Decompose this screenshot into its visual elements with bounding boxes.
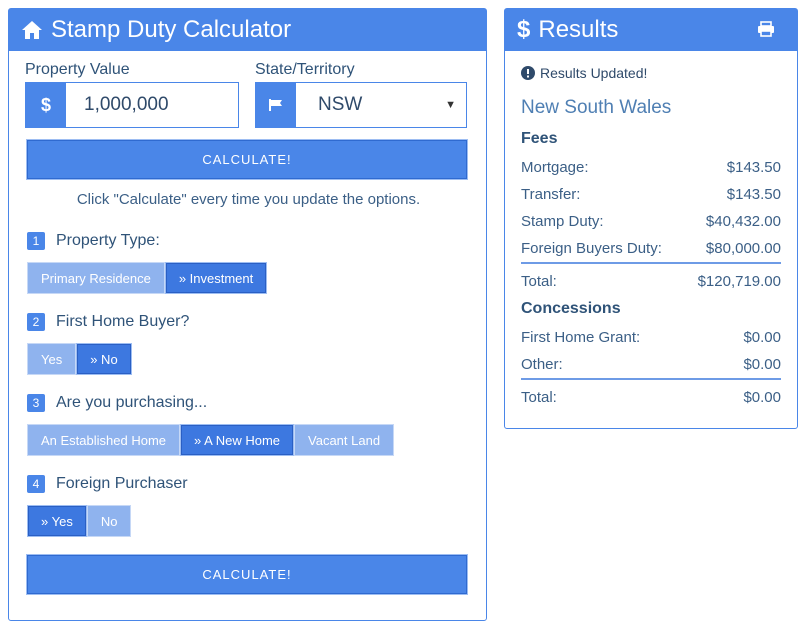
step-property-type: 1 Property Type:	[27, 232, 160, 250]
concessions-heading: Concessions	[521, 300, 621, 317]
concessions-total-row: Total: $0.00	[521, 389, 781, 406]
fee-value: $143.50	[726, 159, 781, 176]
step-label: Are you purchasing...	[56, 394, 208, 411]
fee-value: $40,432.00	[705, 213, 781, 230]
option-foreign-no[interactable]: No	[87, 506, 131, 536]
option-first-home-no[interactable]: » No	[77, 344, 131, 374]
step-foreign-purchaser: 4 Foreign Purchaser	[27, 475, 188, 493]
calculator-header: Stamp Duty Calculator	[9, 9, 486, 51]
fees-total-row: Total: $120,719.00	[521, 273, 781, 290]
step-first-home-buyer: 2 First Home Buyer?	[27, 313, 189, 331]
concession-label: First Home Grant:	[521, 329, 641, 346]
fee-label: Stamp Duty:	[521, 213, 604, 230]
option-investment[interactable]: » Investment	[165, 263, 267, 293]
dollar-icon: $	[26, 83, 66, 127]
fee-value: $80,000.00	[705, 240, 781, 257]
concession-row-other: Other: $0.00	[521, 356, 781, 373]
fee-label: Mortgage:	[521, 159, 589, 176]
results-panel: $ Results Results Updated! New South Wal…	[504, 8, 798, 429]
first-home-buyer-options: Yes » No	[28, 344, 131, 374]
fee-row-transfer: Transfer: $143.50	[521, 186, 781, 203]
results-header: $ Results	[505, 9, 797, 51]
concession-value: $0.00	[743, 329, 781, 346]
property-value-group: $ 1,000,000	[25, 82, 239, 128]
option-primary-residence[interactable]: Primary Residence	[28, 263, 164, 293]
fee-row-mortgage: Mortgage: $143.50	[521, 159, 781, 176]
concessions-divider	[521, 378, 781, 380]
step-purchasing: 3 Are you purchasing...	[27, 394, 207, 412]
state-select[interactable]: NSW ▼	[296, 83, 466, 127]
calculate-button-bottom[interactable]: CALCULATE!	[27, 555, 467, 594]
step-number: 4	[27, 475, 45, 493]
fees-divider	[521, 262, 781, 264]
state-label: State/Territory	[255, 61, 355, 78]
property-value-input[interactable]: 1,000,000	[66, 83, 238, 127]
print-icon[interactable]	[757, 21, 775, 37]
step-label: First Home Buyer?	[56, 313, 190, 330]
step-label: Property Type:	[56, 232, 160, 249]
calculate-note: Click "Calculate" every time you update …	[76, 191, 421, 208]
home-icon	[22, 21, 42, 39]
dollar-icon: $	[517, 16, 531, 43]
concessions-total-label: Total:	[521, 389, 557, 406]
caret-down-icon: ▼	[445, 99, 456, 111]
foreign-purchaser-options: » Yes No	[28, 506, 131, 536]
fee-value: $143.50	[726, 186, 781, 203]
state-select-group: NSW ▼	[255, 82, 467, 128]
step-number: 3	[27, 394, 45, 412]
step-number: 1	[27, 232, 45, 250]
option-established-home[interactable]: An Established Home	[28, 425, 180, 455]
purchasing-options: An Established Home » A New Home Vacant …	[28, 425, 394, 455]
results-title: Results	[538, 16, 619, 43]
fees-heading: Fees	[521, 130, 558, 147]
results-state-name: New South Wales	[521, 97, 672, 118]
step-label: Foreign Purchaser	[56, 475, 188, 492]
fee-row-foreign-buyers-duty: Foreign Buyers Duty: $80,000.00	[521, 240, 781, 257]
property-type-options: Primary Residence » Investment	[28, 263, 267, 293]
option-first-home-yes[interactable]: Yes	[28, 344, 76, 374]
calculator-panel: Stamp Duty Calculator Property Value $ 1…	[8, 8, 487, 621]
results-updated-notice: Results Updated!	[521, 65, 647, 81]
fee-label: Foreign Buyers Duty:	[521, 240, 662, 257]
state-select-value: NSW	[318, 94, 363, 115]
step-number: 2	[27, 313, 45, 331]
fees-total-value: $120,719.00	[697, 273, 781, 290]
fee-label: Transfer:	[521, 186, 581, 203]
fee-row-stamp-duty: Stamp Duty: $40,432.00	[521, 213, 781, 230]
calculator-title: Stamp Duty Calculator	[51, 16, 292, 43]
option-foreign-yes[interactable]: » Yes	[28, 506, 86, 536]
concession-row-first-home-grant: First Home Grant: $0.00	[521, 329, 781, 346]
calculate-button-top[interactable]: CALCULATE!	[27, 140, 467, 179]
property-value-label: Property Value	[25, 61, 130, 78]
option-vacant-land[interactable]: Vacant Land	[295, 425, 394, 455]
exclamation-circle-icon	[521, 66, 535, 80]
results-updated-text: Results Updated!	[540, 65, 648, 81]
concession-label: Other:	[521, 356, 563, 373]
concessions-total-value: $0.00	[743, 389, 781, 406]
option-new-home[interactable]: » A New Home	[181, 425, 294, 455]
concession-value: $0.00	[743, 356, 781, 373]
fees-total-label: Total:	[521, 273, 557, 290]
flag-icon	[256, 83, 296, 127]
